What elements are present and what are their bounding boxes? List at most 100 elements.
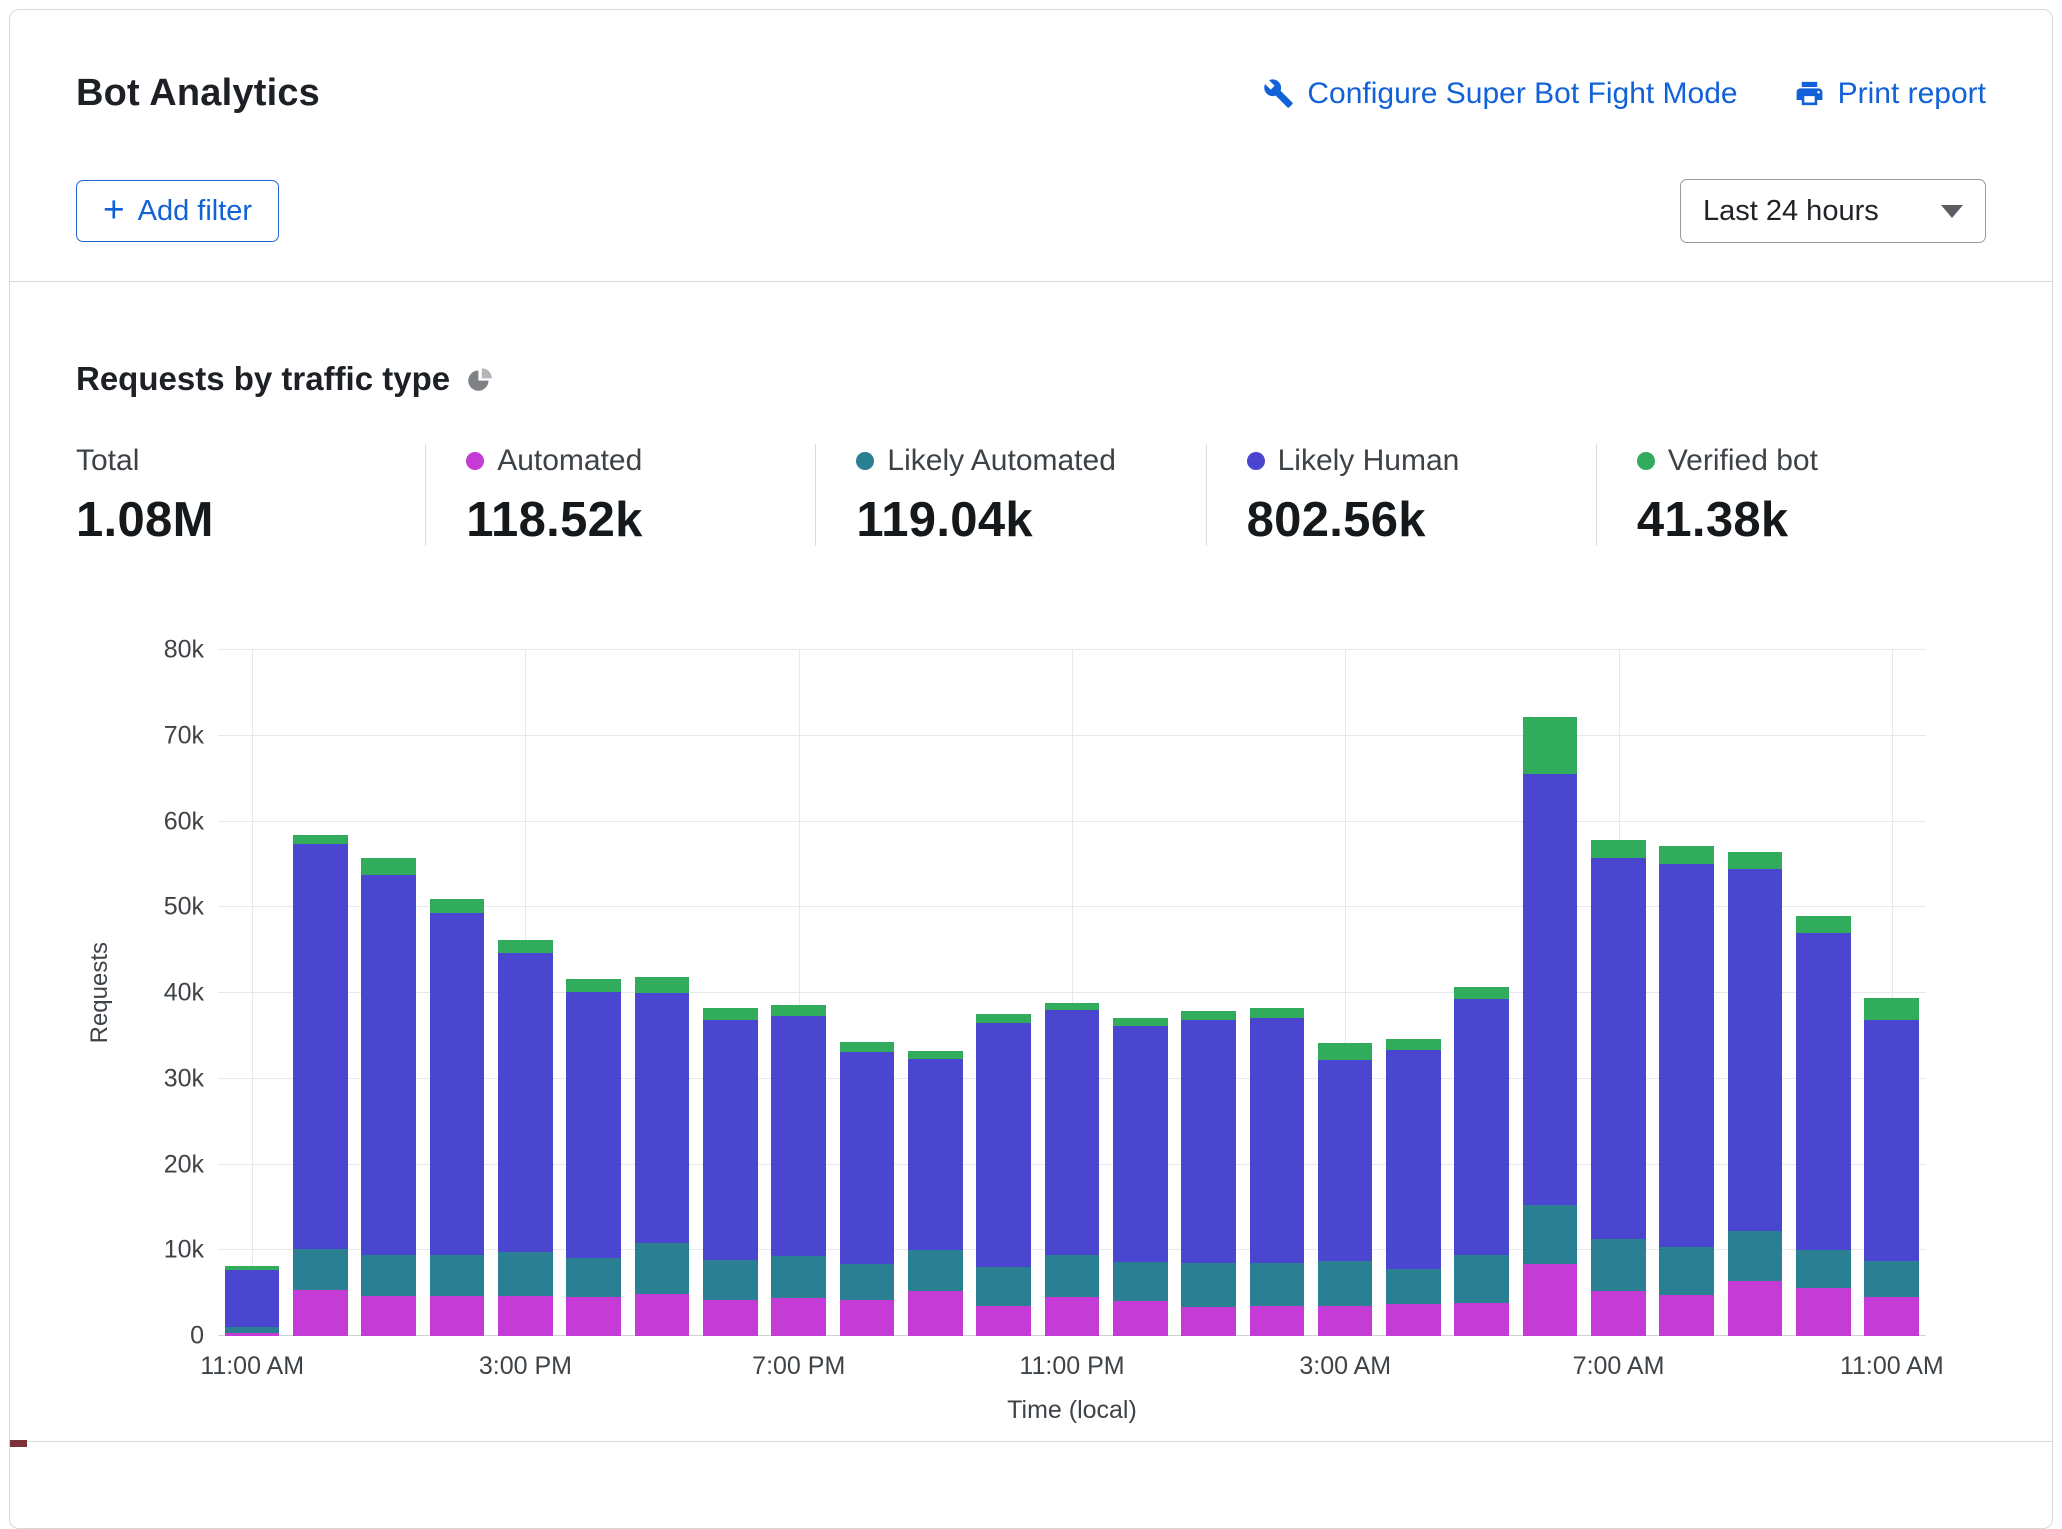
bar-segment-automated xyxy=(976,1306,1031,1336)
bar-segment-automated xyxy=(1181,1307,1236,1336)
requests-section: Requests by traffic type Total1.08MAutom… xyxy=(10,360,2052,1422)
stat-label: Likely Automated xyxy=(887,444,1115,478)
stacked-bar[interactable] xyxy=(1318,650,1373,1336)
bar-segment-automated xyxy=(1318,1306,1373,1336)
stacked-bar[interactable] xyxy=(1864,650,1919,1336)
bar-slot xyxy=(1379,650,1447,1336)
bar-segment-likely-human xyxy=(840,1052,895,1264)
printer-icon xyxy=(1794,78,1825,109)
legend-dot xyxy=(1637,452,1655,470)
bar-segment-automated xyxy=(1523,1264,1578,1336)
legend-dot xyxy=(466,452,484,470)
bars-layer xyxy=(218,650,1926,1336)
stacked-bar[interactable] xyxy=(1796,650,1851,1336)
bar-segment-automated xyxy=(771,1298,826,1336)
time-range-select[interactable]: Last 24 hours xyxy=(1680,179,1986,243)
stacked-bar[interactable] xyxy=(1591,650,1646,1336)
stacked-bar[interactable] xyxy=(1386,650,1441,1336)
wrench-icon xyxy=(1263,78,1294,109)
bar-segment-likely-automated xyxy=(1250,1263,1305,1306)
bar-segment-verified-bot xyxy=(1591,840,1646,857)
bar-segment-verified-bot xyxy=(1454,987,1509,999)
bar-slot xyxy=(1448,650,1516,1336)
x-tick-label: 7:00 AM xyxy=(1573,1352,1665,1381)
chevron-down-icon xyxy=(1941,205,1963,218)
bar-segment-likely-automated xyxy=(1386,1269,1441,1304)
bar-segment-verified-bot xyxy=(771,1005,826,1016)
bar-slot xyxy=(628,650,696,1336)
bar-segment-likely-human xyxy=(703,1020,758,1260)
bar-segment-automated xyxy=(1659,1295,1714,1336)
bar-segment-likely-human xyxy=(976,1023,1031,1267)
bar-segment-verified-bot xyxy=(840,1042,895,1052)
configure-link-label: Configure Super Bot Fight Mode xyxy=(1307,77,1737,111)
add-filter-button[interactable]: + Add filter xyxy=(76,180,279,242)
stacked-bar[interactable] xyxy=(293,650,348,1336)
stacked-bar[interactable] xyxy=(1250,650,1305,1336)
bar-slot xyxy=(286,650,354,1336)
bar-slot xyxy=(901,650,969,1336)
stacked-bar[interactable] xyxy=(225,650,280,1336)
stacked-bar[interactable] xyxy=(361,650,416,1336)
stacked-bar[interactable] xyxy=(908,650,963,1336)
x-tick-label: 3:00 AM xyxy=(1299,1352,1391,1381)
bar-segment-verified-bot xyxy=(566,979,621,992)
configure-super-bot-fight-mode-link[interactable]: Configure Super Bot Fight Mode xyxy=(1263,77,1737,111)
stacked-bar[interactable] xyxy=(1113,650,1168,1336)
stacked-bar[interactable] xyxy=(840,650,895,1336)
bar-segment-likely-human xyxy=(1728,869,1783,1232)
section-divider xyxy=(10,1441,2052,1442)
stacked-bar[interactable] xyxy=(635,650,690,1336)
requests-chart: Requests 010k20k30k40k50k60k70k80k 11:00… xyxy=(76,650,1986,1422)
bar-slot xyxy=(491,650,559,1336)
y-tick-label: 20k xyxy=(164,1152,204,1177)
bar-segment-likely-human xyxy=(1250,1018,1305,1263)
stacked-bar[interactable] xyxy=(566,650,621,1336)
stat-value: 119.04k xyxy=(856,494,1205,546)
bar-slot xyxy=(1311,650,1379,1336)
bar-segment-likely-automated xyxy=(1864,1261,1919,1296)
bar-segment-automated xyxy=(635,1294,690,1336)
stacked-bar[interactable] xyxy=(1181,650,1236,1336)
stacked-bar[interactable] xyxy=(1728,650,1783,1336)
bar-slot xyxy=(423,650,491,1336)
bar-segment-verified-bot xyxy=(430,899,485,914)
legend-dot xyxy=(1247,452,1265,470)
print-report-link[interactable]: Print report xyxy=(1794,77,1986,111)
bar-segment-likely-automated xyxy=(1113,1262,1168,1301)
stacked-bar[interactable] xyxy=(703,650,758,1336)
bar-segment-verified-bot xyxy=(908,1051,963,1059)
y-tick-label: 70k xyxy=(164,723,204,748)
bar-segment-likely-human xyxy=(1386,1050,1441,1270)
bar-segment-likely-automated xyxy=(1454,1255,1509,1302)
stat-value: 118.52k xyxy=(466,494,815,546)
stat-value: 41.38k xyxy=(1637,494,1986,546)
add-filter-label: Add filter xyxy=(138,195,252,228)
x-tick-label: 11:00 AM xyxy=(1840,1352,1944,1381)
stacked-bar[interactable] xyxy=(771,650,826,1336)
bar-segment-likely-human xyxy=(1318,1060,1373,1262)
bar-segment-likely-automated xyxy=(771,1256,826,1298)
x-tick-label: 11:00 AM xyxy=(200,1352,304,1381)
stat-value: 802.56k xyxy=(1247,494,1596,546)
bar-segment-automated xyxy=(840,1300,895,1336)
bar-segment-likely-human xyxy=(293,844,348,1249)
bar-segment-likely-automated xyxy=(1181,1263,1236,1307)
bar-segment-verified-bot xyxy=(976,1014,1031,1023)
stacked-bar[interactable] xyxy=(976,650,1031,1336)
bar-segment-verified-bot xyxy=(1181,1011,1236,1020)
stacked-bar[interactable] xyxy=(1659,650,1714,1336)
page: { "header": { "title": "Bot Analytics", … xyxy=(0,0,2062,1450)
bar-segment-automated xyxy=(1250,1306,1305,1336)
bar-segment-automated xyxy=(1454,1303,1509,1336)
stacked-bar[interactable] xyxy=(498,650,553,1336)
bar-segment-likely-automated xyxy=(293,1249,348,1290)
stacked-bar[interactable] xyxy=(1523,650,1578,1336)
stacked-bar[interactable] xyxy=(1454,650,1509,1336)
stacked-bar[interactable] xyxy=(1045,650,1100,1336)
bar-segment-likely-human xyxy=(361,875,416,1256)
bar-segment-likely-automated xyxy=(498,1252,553,1296)
bar-slot xyxy=(1038,650,1106,1336)
y-tick-label: 80k xyxy=(164,638,204,663)
stacked-bar[interactable] xyxy=(430,650,485,1336)
